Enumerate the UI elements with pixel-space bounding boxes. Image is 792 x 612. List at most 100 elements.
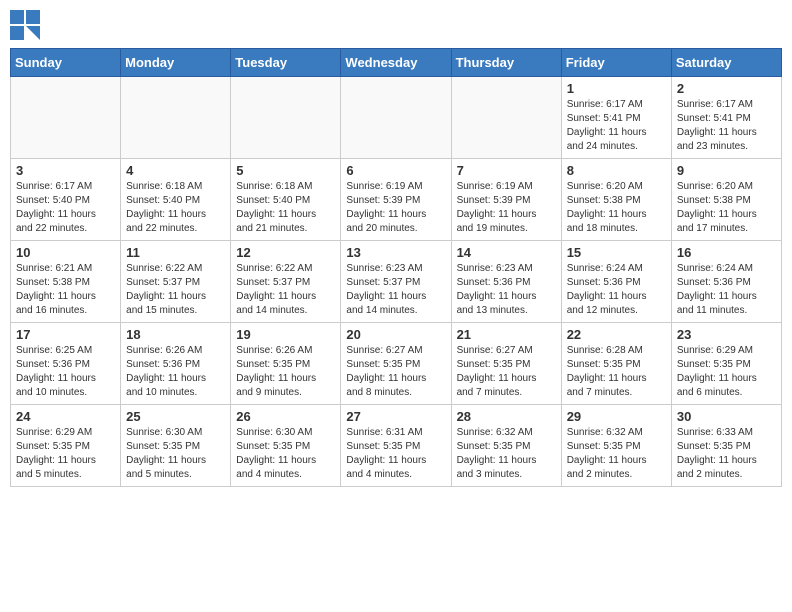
day-info: Sunrise: 6:17 AM Sunset: 5:40 PM Dayligh… xyxy=(16,180,115,236)
calendar-cell xyxy=(451,77,561,159)
calendar-header-day: Sunday xyxy=(11,49,121,77)
day-number: 28 xyxy=(457,409,556,424)
day-number: 10 xyxy=(16,245,115,260)
day-info: Sunrise: 6:25 AM Sunset: 5:36 PM Dayligh… xyxy=(16,344,115,400)
calendar-cell: 13Sunrise: 6:23 AM Sunset: 5:37 PM Dayli… xyxy=(341,241,451,323)
day-info: Sunrise: 6:26 AM Sunset: 5:35 PM Dayligh… xyxy=(236,344,335,400)
calendar-cell: 18Sunrise: 6:26 AM Sunset: 5:36 PM Dayli… xyxy=(121,323,231,405)
day-info: Sunrise: 6:31 AM Sunset: 5:35 PM Dayligh… xyxy=(346,426,445,482)
calendar-cell: 10 Sunrise: 6:21 AM Sunset: 5:38 PM Dayli… xyxy=(11,241,121,323)
logo-icon xyxy=(10,10,40,40)
day-number: 25 xyxy=(126,409,225,424)
calendar-cell xyxy=(11,77,121,159)
day-info: Sunrise: 6:30 AM Sunset: 5:35 PM Dayligh… xyxy=(236,426,335,482)
day-info: Sunrise: 6:18 AM Sunset: 5:40 PM Dayligh… xyxy=(126,180,225,236)
calendar-cell: 3 Sunrise: 6:17 AM Sunset: 5:40 PM Daylig… xyxy=(11,159,121,241)
calendar-table: SundayMondayTuesdayWednesdayThursdayFrid… xyxy=(10,48,782,487)
day-number: 16 xyxy=(677,245,776,260)
day-number: 20 xyxy=(346,327,445,342)
calendar-cell: 2 Sunrise: 6:17 AM Sunset: 5:41 PM Daylig… xyxy=(671,77,781,159)
calendar-cell: 9 Sunrise: 6:20 AM Sunset: 5:38 PM Daylig… xyxy=(671,159,781,241)
day-number: 5 xyxy=(236,163,335,178)
day-number: 17 xyxy=(16,327,115,342)
day-number: 11 xyxy=(126,245,225,260)
day-info: Sunrise: 6:17 AM Sunset: 5:41 PM Dayligh… xyxy=(677,98,776,154)
day-number: 21 xyxy=(457,327,556,342)
day-info: Sunrise: 6:17 AM Sunset: 5:41 PM Dayligh… xyxy=(567,98,666,154)
day-number: 13 xyxy=(346,245,445,260)
calendar-header-day: Monday xyxy=(121,49,231,77)
day-info: Sunrise: 6:19 AM Sunset: 5:39 PM Dayligh… xyxy=(457,180,556,236)
day-number: 1 xyxy=(567,81,666,96)
day-info: Sunrise: 6:24 AM Sunset: 5:36 PM Dayligh… xyxy=(567,262,666,318)
calendar-cell: 24 Sunrise: 6:29 AM Sunset: 5:35 PM Dayli… xyxy=(11,405,121,487)
calendar-cell xyxy=(341,77,451,159)
day-number: 22 xyxy=(567,327,666,342)
day-number: 7 xyxy=(457,163,556,178)
day-info: Sunrise: 6:24 AM Sunset: 5:36 PM Dayligh… xyxy=(677,262,776,318)
calendar-week-row: 3 Sunrise: 6:17 AM Sunset: 5:40 PM Daylig… xyxy=(11,159,782,241)
calendar-cell: 29 Sunrise: 6:32 AM Sunset: 5:35 PM Dayli… xyxy=(561,405,671,487)
day-number: 9 xyxy=(677,163,776,178)
calendar-cell: 7 Sunrise: 6:19 AM Sunset: 5:39 PM Daylig… xyxy=(451,159,561,241)
day-info: Sunrise: 6:29 AM Sunset: 5:35 PM Dayligh… xyxy=(677,344,776,400)
calendar-cell: 27 Sunrise: 6:31 AM Sunset: 5:35 PM Dayli… xyxy=(341,405,451,487)
calendar-body: 1 Sunrise: 6:17 AM Sunset: 5:41 PM Daylig… xyxy=(11,77,782,487)
day-info: Sunrise: 6:27 AM Sunset: 5:35 PM Dayligh… xyxy=(346,344,445,400)
day-info: Sunrise: 6:32 AM Sunset: 5:35 PM Dayligh… xyxy=(567,426,666,482)
day-number: 15 xyxy=(567,245,666,260)
day-info: Sunrise: 6:23 AM Sunset: 5:36 PM Dayligh… xyxy=(457,262,556,318)
calendar-cell: 5 Sunrise: 6:18 AM Sunset: 5:40 PM Daylig… xyxy=(231,159,341,241)
calendar-cell: 8Sunrise: 6:20 AM Sunset: 5:38 PM Daylig… xyxy=(561,159,671,241)
day-number: 24 xyxy=(16,409,115,424)
calendar-cell: 12Sunrise: 6:22 AM Sunset: 5:37 PM Dayli… xyxy=(231,241,341,323)
day-info: Sunrise: 6:27 AM Sunset: 5:35 PM Dayligh… xyxy=(457,344,556,400)
day-info: Sunrise: 6:32 AM Sunset: 5:35 PM Dayligh… xyxy=(457,426,556,482)
day-number: 3 xyxy=(16,163,115,178)
calendar-week-row: 24 Sunrise: 6:29 AM Sunset: 5:35 PM Dayli… xyxy=(11,405,782,487)
day-info: Sunrise: 6:21 AM Sunset: 5:38 PM Dayligh… xyxy=(16,262,115,318)
day-number: 12 xyxy=(236,245,335,260)
calendar-cell: 16 Sunrise: 6:24 AM Sunset: 5:36 PM Dayli… xyxy=(671,241,781,323)
calendar-week-row: 10 Sunrise: 6:21 AM Sunset: 5:38 PM Dayli… xyxy=(11,241,782,323)
calendar-week-row: 17 Sunrise: 6:25 AM Sunset: 5:36 PM Dayli… xyxy=(11,323,782,405)
day-number: 14 xyxy=(457,245,556,260)
day-info: Sunrise: 6:28 AM Sunset: 5:35 PM Dayligh… xyxy=(567,344,666,400)
calendar-cell: 20 Sunrise: 6:27 AM Sunset: 5:35 PM Dayli… xyxy=(341,323,451,405)
calendar-cell: 11 Sunrise: 6:22 AM Sunset: 5:37 PM Dayli… xyxy=(121,241,231,323)
calendar-cell: 28 Sunrise: 6:32 AM Sunset: 5:35 PM Dayli… xyxy=(451,405,561,487)
calendar-cell: 15 Sunrise: 6:24 AM Sunset: 5:36 PM Dayli… xyxy=(561,241,671,323)
calendar-header-day: Saturday xyxy=(671,49,781,77)
day-info: Sunrise: 6:26 AM Sunset: 5:36 PM Dayligh… xyxy=(126,344,225,400)
calendar-header-day: Thursday xyxy=(451,49,561,77)
calendar-cell: 14 Sunrise: 6:23 AM Sunset: 5:36 PM Dayli… xyxy=(451,241,561,323)
calendar-header-row: SundayMondayTuesdayWednesdayThursdayFrid… xyxy=(11,49,782,77)
calendar-header-day: Tuesday xyxy=(231,49,341,77)
calendar-cell xyxy=(121,77,231,159)
calendar-cell: 6Sunrise: 6:19 AM Sunset: 5:39 PM Daylig… xyxy=(341,159,451,241)
day-number: 19 xyxy=(236,327,335,342)
day-info: Sunrise: 6:29 AM Sunset: 5:35 PM Dayligh… xyxy=(16,426,115,482)
day-number: 23 xyxy=(677,327,776,342)
day-info: Sunrise: 6:30 AM Sunset: 5:35 PM Dayligh… xyxy=(126,426,225,482)
day-number: 2 xyxy=(677,81,776,96)
calendar-cell: 30 Sunrise: 6:33 AM Sunset: 5:35 PM Dayli… xyxy=(671,405,781,487)
calendar-cell xyxy=(231,77,341,159)
calendar-cell: 23 Sunrise: 6:29 AM Sunset: 5:35 PM Dayli… xyxy=(671,323,781,405)
calendar-week-row: 1 Sunrise: 6:17 AM Sunset: 5:41 PM Daylig… xyxy=(11,77,782,159)
calendar-cell: 19 Sunrise: 6:26 AM Sunset: 5:35 PM Dayli… xyxy=(231,323,341,405)
calendar-cell: 26Sunrise: 6:30 AM Sunset: 5:35 PM Dayli… xyxy=(231,405,341,487)
day-info: Sunrise: 6:19 AM Sunset: 5:39 PM Dayligh… xyxy=(346,180,445,236)
calendar-cell: 17 Sunrise: 6:25 AM Sunset: 5:36 PM Dayli… xyxy=(11,323,121,405)
day-info: Sunrise: 6:33 AM Sunset: 5:35 PM Dayligh… xyxy=(677,426,776,482)
calendar-cell: 25 Sunrise: 6:30 AM Sunset: 5:35 PM Dayli… xyxy=(121,405,231,487)
day-number: 27 xyxy=(346,409,445,424)
day-info: Sunrise: 6:20 AM Sunset: 5:38 PM Dayligh… xyxy=(677,180,776,236)
day-number: 30 xyxy=(677,409,776,424)
calendar-header-day: Friday xyxy=(561,49,671,77)
day-number: 29 xyxy=(567,409,666,424)
day-info: Sunrise: 6:22 AM Sunset: 5:37 PM Dayligh… xyxy=(126,262,225,318)
logo xyxy=(10,10,44,40)
day-info: Sunrise: 6:18 AM Sunset: 5:40 PM Dayligh… xyxy=(236,180,335,236)
day-info: Sunrise: 6:20 AM Sunset: 5:38 PM Dayligh… xyxy=(567,180,666,236)
